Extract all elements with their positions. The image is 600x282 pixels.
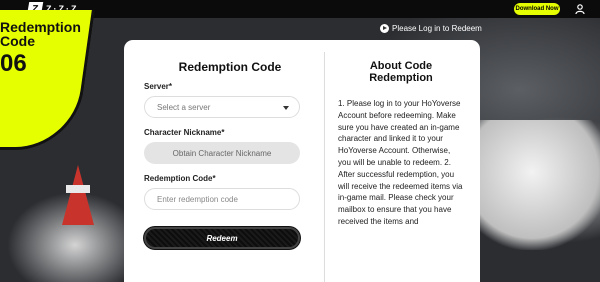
play-icon bbox=[380, 24, 389, 33]
chevron-down-icon bbox=[283, 106, 289, 110]
server-select[interactable]: Select a server bbox=[144, 96, 300, 118]
about-title: About Code Redemption bbox=[369, 60, 433, 84]
download-now-button[interactable]: Download Now bbox=[514, 3, 560, 15]
about-section: About Code Redemption 1. Please log in t… bbox=[338, 60, 464, 228]
login-link-text: Please Log in to Redeem bbox=[392, 24, 482, 33]
traffic-cone-graphic bbox=[62, 165, 94, 225]
about-body: 1. Please log in to your HoYoverse Accou… bbox=[338, 99, 463, 226]
column-divider bbox=[324, 52, 325, 282]
traffic-cone-stripe bbox=[66, 185, 90, 193]
redemption-code-label: Redemption Code* bbox=[144, 174, 216, 183]
server-label: Server* bbox=[144, 82, 173, 91]
banner-code-number: 06 bbox=[0, 50, 27, 77]
redemption-form: Redemption Code Server* Select a server … bbox=[144, 40, 300, 249]
redemption-code-input[interactable]: Enter redemption code bbox=[144, 188, 300, 210]
nickname-field[interactable]: Obtain Character Nickname bbox=[144, 142, 300, 164]
form-title: Redemption Code bbox=[178, 60, 282, 74]
car-graphic bbox=[480, 120, 600, 250]
banner-title-line2: Code bbox=[0, 33, 35, 49]
nickname-label: Character Nickname* bbox=[144, 128, 225, 137]
server-select-value: Select a server bbox=[157, 102, 211, 112]
user-icon[interactable] bbox=[574, 3, 586, 15]
login-to-redeem-link[interactable]: Please Log in to Redeem bbox=[380, 24, 482, 33]
redemption-card: Redemption Code Server* Select a server … bbox=[124, 40, 480, 282]
redeem-button[interactable]: Redeem bbox=[144, 227, 300, 249]
banner-title: Redemption Code bbox=[0, 20, 81, 48]
